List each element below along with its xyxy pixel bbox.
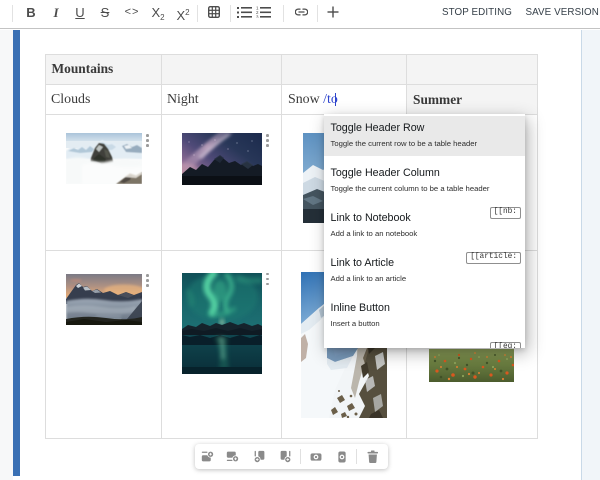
svg-text:3: 3: [256, 15, 259, 18]
